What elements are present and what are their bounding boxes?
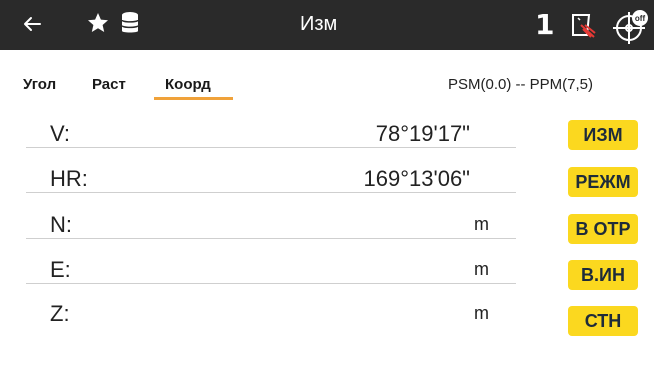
offset-button[interactable]: В ОТР	[568, 214, 638, 244]
label-e: E:	[50, 257, 71, 282]
unit-n: m	[474, 214, 489, 234]
page-title: Изм	[300, 13, 338, 35]
value-hr: 169°13'06"	[363, 166, 470, 191]
row-divider	[26, 238, 516, 239]
database-icon[interactable]	[121, 11, 139, 35]
top-app-bar: Изм 1 off	[0, 0, 654, 50]
label-z: Z:	[50, 301, 70, 326]
compensator-off-icon[interactable]: off	[613, 9, 649, 45]
star-icon[interactable]	[86, 11, 110, 35]
psm-ppm-status: PSM(0.0) -- PPM(7,5)	[448, 76, 594, 93]
unit-e: m	[474, 259, 489, 279]
instrument-height-button[interactable]: В.ИН	[568, 260, 638, 290]
label-n: N:	[50, 212, 72, 237]
label-hr: HR:	[50, 166, 88, 191]
row-divider	[26, 283, 516, 284]
label-v: V:	[50, 121, 70, 146]
row-divider	[26, 192, 516, 193]
compensator-badge-text: off	[635, 14, 646, 23]
row-divider	[26, 147, 516, 148]
station-button[interactable]: СТН	[568, 306, 638, 336]
tab-distance[interactable]: Раст	[92, 76, 126, 93]
laser-icon[interactable]	[569, 11, 599, 39]
tab-angle[interactable]: Угол	[23, 76, 56, 93]
measure-button[interactable]: ИЗМ	[568, 120, 638, 150]
back-arrow-icon[interactable]	[20, 11, 44, 37]
job-number: 1	[535, 8, 555, 41]
active-tab-indicator	[154, 97, 233, 100]
value-v: 78°19'17"	[375, 121, 470, 146]
mode-button[interactable]: РЕЖМ	[568, 167, 638, 197]
unit-z: m	[474, 303, 489, 323]
tab-coordinates[interactable]: Коорд	[165, 76, 211, 93]
